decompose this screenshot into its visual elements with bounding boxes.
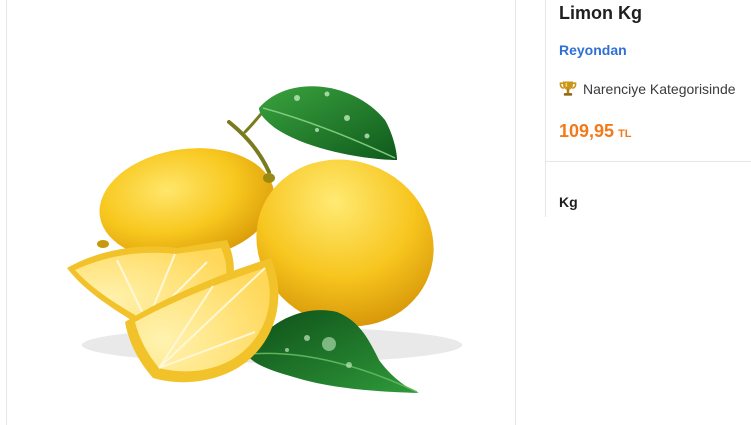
product-info-panel: Limon Kg Reyondan Narenciye Kategorisind… bbox=[545, 0, 751, 425]
brand-link[interactable]: Reyondan bbox=[559, 42, 627, 58]
product-summary: Limon Kg Reyondan Narenciye Kategorisind… bbox=[545, 0, 751, 162]
product-image[interactable] bbox=[7, 0, 515, 425]
price: 109,95 TL bbox=[559, 121, 632, 142]
category-badge[interactable]: Narenciye Kategorisinde bbox=[558, 78, 736, 100]
product-page: Limon Kg Reyondan Narenciye Kategorisind… bbox=[0, 0, 751, 425]
unit-section: Kg bbox=[545, 162, 751, 217]
unit-label[interactable]: Kg bbox=[559, 194, 578, 210]
category-text: Narenciye Kategorisinde bbox=[583, 81, 736, 97]
product-title: Limon Kg bbox=[559, 3, 642, 23]
trophy-icon bbox=[559, 81, 577, 96]
product-image-panel bbox=[6, 0, 516, 425]
price-currency: TL bbox=[618, 128, 632, 140]
price-value: 109,95 bbox=[559, 121, 615, 141]
